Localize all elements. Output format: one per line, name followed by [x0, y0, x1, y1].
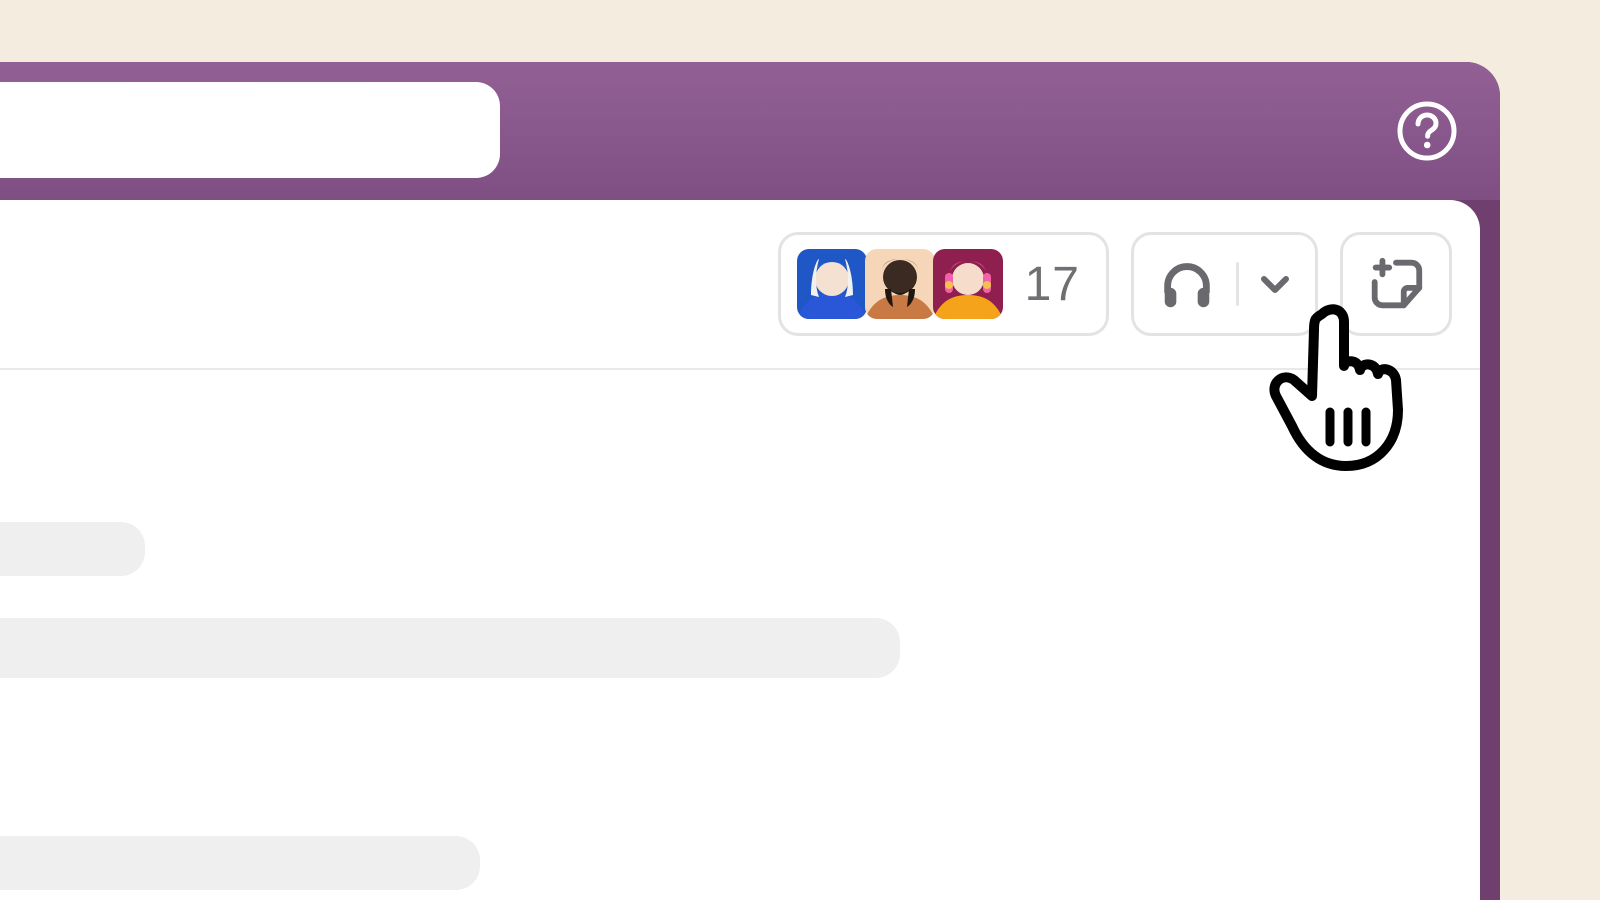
add-canvas-icon	[1365, 253, 1427, 315]
content-area: 17	[0, 200, 1480, 900]
channel-header-actions: 17	[778, 232, 1452, 336]
help-button[interactable]	[1396, 100, 1458, 162]
message-placeholder	[0, 836, 480, 890]
message-placeholder	[0, 618, 900, 678]
channel-members-button[interactable]: 17	[778, 232, 1109, 336]
member-count: 17	[1025, 257, 1080, 312]
help-circle-icon	[1396, 100, 1458, 162]
app-window: 17	[0, 62, 1500, 900]
add-canvas-button[interactable]	[1340, 232, 1452, 336]
member-avatar-stack	[797, 249, 1003, 319]
avatar	[933, 249, 1003, 319]
divider	[1236, 262, 1239, 306]
channel-header: 17	[0, 200, 1480, 370]
message-placeholder	[0, 522, 145, 576]
chevron-down-icon[interactable]	[1257, 266, 1293, 302]
huddle-button[interactable]	[1131, 232, 1318, 336]
avatar	[865, 249, 935, 319]
avatar	[797, 249, 867, 319]
titlebar	[0, 62, 1500, 200]
headphones-icon	[1156, 253, 1218, 315]
search-input[interactable]	[0, 82, 500, 178]
